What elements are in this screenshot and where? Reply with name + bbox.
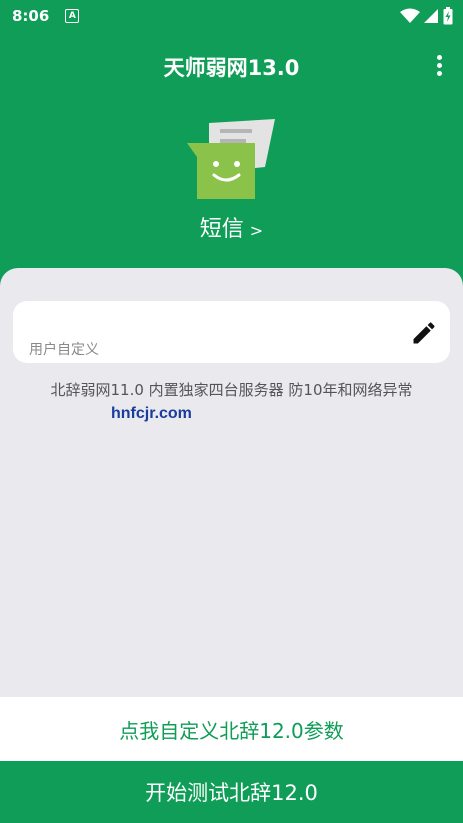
notification-badge: A (65, 9, 80, 23)
signal-icon (424, 9, 438, 23)
status-icons (400, 7, 453, 25)
input-placeholder: 用户自定义 (29, 342, 99, 358)
edit-pencil-icon[interactable] (410, 319, 438, 347)
status-bar: 8:06 A (0, 0, 463, 32)
sms-message-icon[interactable] (187, 117, 279, 201)
app-title: 天师弱网13.0 (163, 56, 300, 80)
battery-icon (443, 7, 453, 25)
custom-input-field[interactable]: 用户自定义 (13, 301, 450, 363)
chevron-right-icon: > (249, 221, 264, 240)
start-test-button[interactable]: 开始测试北辞12.0 (0, 761, 463, 823)
customize-params-button[interactable]: 点我自定义北辞12.0参数 (0, 697, 463, 761)
sms-link[interactable]: 短信 > (0, 211, 463, 243)
description-text: 北辞弱网11.0 内置独家四台服务器 防10年和网络异常 (50, 381, 413, 399)
watermark-text: hnfcjr.com (111, 405, 192, 422)
sms-label-text: 短信 (199, 217, 244, 242)
wifi-icon (400, 8, 420, 23)
more-vert-icon[interactable] (435, 55, 443, 79)
status-time: 8:06 (12, 7, 50, 25)
